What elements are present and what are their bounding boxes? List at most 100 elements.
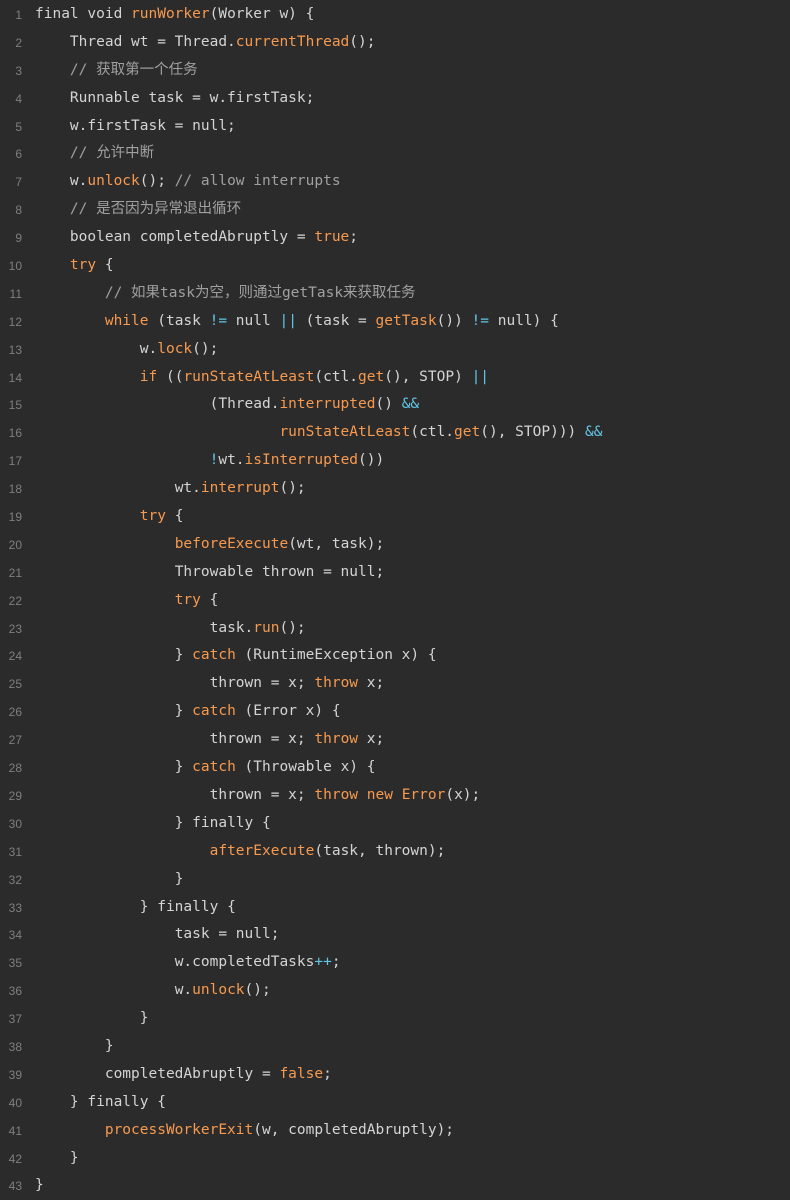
- code-function: run: [253, 619, 280, 636]
- code-plain: }: [104, 1037, 114, 1054]
- code-plain: {: [200, 591, 219, 608]
- code-plain: (task, thrown);: [314, 842, 446, 859]
- line-number: 13: [8, 342, 22, 357]
- code-plain: thrown = x;: [209, 786, 315, 803]
- code-plain: x;: [358, 675, 385, 692]
- code-plain: (Thread.: [209, 396, 280, 413]
- code-text: Thread wt = Thread.currentThread();: [35, 28, 376, 56]
- code-line: 32 }: [0, 865, 790, 893]
- line-number: 20: [8, 537, 22, 552]
- code-function: interrupted: [279, 396, 376, 413]
- line-number: 3: [15, 63, 22, 78]
- code-plain: (Worker w) {: [209, 6, 315, 22]
- line-number: 19: [8, 510, 22, 525]
- line-number: 5: [15, 119, 22, 134]
- code-function: lock: [157, 340, 193, 357]
- code-text: // 获取第一个任务: [35, 56, 198, 84]
- code-plain: (task: [148, 312, 210, 329]
- line-number: 21: [8, 565, 22, 580]
- code-plain: ;: [349, 229, 359, 246]
- code-plain: (task =: [296, 312, 376, 329]
- code-text: boolean completedAbruptly = true;: [35, 223, 358, 251]
- code-plain: } finally {: [69, 1093, 166, 1110]
- code-keyword: true: [314, 229, 350, 246]
- code-keyword: if: [139, 368, 158, 385]
- line-number: 25: [8, 677, 22, 692]
- code-line: 27 thrown = x; throw x;: [0, 725, 790, 753]
- code-line: 39 completedAbruptly = false;: [0, 1060, 790, 1088]
- code-text: }: [35, 1144, 79, 1172]
- code-text: thrown = x; throw new Error(x);: [35, 781, 481, 809]
- line-number: 35: [8, 956, 22, 971]
- code-plain: ();: [244, 982, 271, 999]
- code-plain: (), STOP))): [480, 424, 586, 441]
- code-comment: // 如果task为空，则通过getTask来获取任务: [104, 284, 416, 301]
- code-text: // 是否因为异常退出循环: [35, 195, 241, 223]
- code-function: runStateAtLeast: [183, 368, 315, 385]
- code-keyword: try: [69, 257, 97, 274]
- code-function: processWorkerExit: [104, 1121, 254, 1138]
- code-plain: w.: [174, 982, 193, 999]
- code-line: 35 w.completedTasks++;: [0, 948, 790, 976]
- code-line: 29 thrown = x; throw new Error(x);: [0, 781, 790, 809]
- code-line: 41 processWorkerExit(w, completedAbruptl…: [0, 1116, 790, 1144]
- code-text: try {: [35, 251, 114, 279]
- code-line: 5 w.firstTask = null;: [0, 112, 790, 140]
- code-line: 20 beforeExecute(wt, task);: [0, 530, 790, 558]
- code-text: w.unlock();: [35, 976, 271, 1004]
- code-plain: (Error x) {: [235, 703, 341, 720]
- code-line: 4 Runnable task = w.firstTask;: [0, 84, 790, 112]
- code-plain: }: [35, 1177, 44, 1194]
- code-line: 38 }: [0, 1032, 790, 1060]
- line-number: 38: [8, 1039, 22, 1054]
- line-number: 43: [8, 1179, 22, 1194]
- code-text: completedAbruptly = false;: [35, 1060, 332, 1088]
- code-plain: }: [174, 759, 193, 776]
- code-function: Error: [401, 786, 446, 803]
- code-text: w.completedTasks++;: [35, 948, 341, 976]
- code-view: 1 final void runWorker(Worker w) {2 Threa…: [0, 0, 790, 1193]
- code-keyword: throw: [314, 731, 359, 748]
- code-plain: (w, completedAbruptly);: [253, 1121, 455, 1138]
- code-plain: (): [375, 396, 402, 413]
- code-plain: w.firstTask = null;: [69, 117, 236, 134]
- code-plain: ()): [358, 452, 385, 469]
- code-plain: {: [96, 257, 114, 274]
- line-number: 31: [8, 844, 22, 859]
- code-text: wt.interrupt();: [35, 474, 306, 502]
- code-text: }: [35, 1004, 149, 1032]
- code-keyword: catch: [192, 647, 236, 664]
- code-line: 23 task.run();: [0, 614, 790, 642]
- code-text: w.unlock(); // allow interrupts: [35, 167, 341, 195]
- line-number: 7: [15, 175, 22, 190]
- code-text: thrown = x; throw x;: [35, 669, 385, 697]
- code-keyword: throw: [314, 675, 359, 692]
- code-function: get: [454, 424, 481, 441]
- code-text: runStateAtLeast(ctl.get(), STOP))) &&: [35, 418, 602, 446]
- code-text: }: [35, 1171, 44, 1199]
- code-plain: (RuntimeException x) {: [235, 647, 437, 664]
- line-number: 23: [8, 621, 22, 636]
- code-plain: }: [174, 870, 184, 887]
- code-text: task.run();: [35, 614, 306, 642]
- code-text: }: [35, 865, 184, 893]
- code-comment: // 允许中断: [69, 145, 155, 162]
- code-text: } finally {: [35, 1088, 166, 1116]
- code-operator: !=: [209, 312, 228, 329]
- code-plain: wt.: [174, 480, 201, 497]
- code-text: afterExecute(task, thrown);: [35, 837, 446, 865]
- code-text: task = null;: [35, 920, 280, 948]
- code-plain: Thread wt = Thread.: [69, 33, 236, 50]
- code-plain: ();: [279, 480, 306, 497]
- code-line: 30 } finally {: [0, 809, 790, 837]
- code-plain: ();: [192, 340, 219, 357]
- code-plain: } finally {: [174, 814, 271, 831]
- code-text: }: [35, 1032, 114, 1060]
- code-text: processWorkerExit(w, completedAbruptly);: [35, 1116, 454, 1144]
- code-line: 3 // 获取第一个任务: [0, 56, 790, 84]
- code-function: afterExecute: [209, 842, 315, 859]
- line-number: 37: [8, 1012, 22, 1027]
- code-plain: (), STOP): [384, 368, 472, 385]
- code-plain: Throwable thrown = null;: [174, 563, 385, 580]
- code-text: thrown = x; throw x;: [35, 725, 385, 753]
